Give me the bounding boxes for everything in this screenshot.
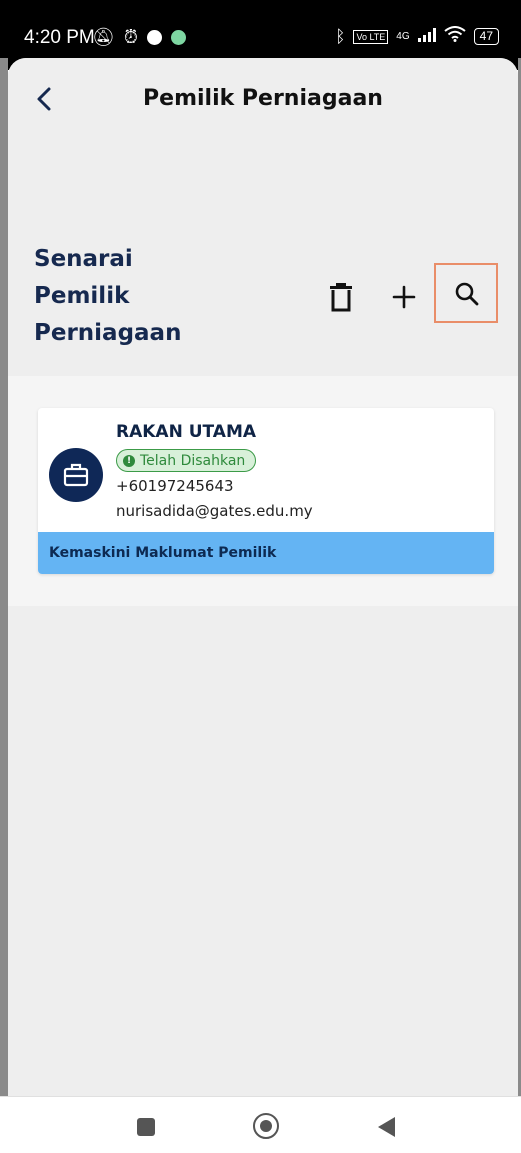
page-title: Pemilik Perniagaan <box>143 86 383 111</box>
app-dot-icon <box>170 30 186 45</box>
recents-icon[interactable] <box>137 1118 155 1136</box>
trash-icon[interactable] <box>328 282 354 312</box>
phone-screen: 4:20 PM 🔕︎ ⏰︎ ᛒ Vo LTE 4G 47 Pemilik Per… <box>0 0 521 1153</box>
network-type-label: 4G <box>396 31 410 42</box>
plus-icon[interactable] <box>390 283 418 311</box>
bluetooth-icon: ᛒ <box>335 26 346 46</box>
owner-list: RAKAN UTAMA ! Telah Disahkan +6019724564… <box>8 376 518 606</box>
section-title-line: Perniagaan <box>34 320 182 346</box>
status-left-icons: 🔕︎ ⏰︎ <box>92 27 186 48</box>
status-time: 4:20 PM <box>24 27 95 48</box>
signal-icon <box>417 27 436 47</box>
search-icon <box>455 282 479 306</box>
status-badge: ! Telah Disahkan <box>116 449 257 472</box>
search-button[interactable] <box>434 263 498 323</box>
mute-icon: 🔕︎ <box>92 27 115 48</box>
owner-card[interactable]: RAKAN UTAMA ! Telah Disahkan +6019724564… <box>38 408 494 574</box>
notification-dot-icon <box>146 30 162 45</box>
app-header: Pemilik Perniagaan Senarai Pemilik Perni… <box>8 58 518 376</box>
avatar <box>49 448 103 502</box>
owner-email: nurisadida@gates.edu.my <box>116 502 313 520</box>
briefcase-icon <box>63 463 89 487</box>
section-title-line: Senarai <box>34 246 133 272</box>
owner-phone: +60197245643 <box>116 477 234 495</box>
owner-name: RAKAN UTAMA <box>116 422 257 442</box>
navigation-bar <box>0 1096 521 1153</box>
back-icon[interactable] <box>378 1117 395 1137</box>
section-title-line: Pemilik <box>34 283 130 309</box>
alarm-icon: ⏰︎ <box>123 27 138 48</box>
battery-icon: 47 <box>473 28 499 45</box>
update-owner-button[interactable]: Kemaskini Maklumat Pemilik <box>38 532 494 574</box>
status-right-icons: ᛒ Vo LTE 4G 47 <box>335 26 499 47</box>
volte-icon: Vo LTE <box>353 29 389 44</box>
section-title: Senarai Pemilik Perniagaan <box>34 241 234 352</box>
app-window: Pemilik Perniagaan Senarai Pemilik Perni… <box>8 58 518 1096</box>
left-frame-edge <box>0 58 8 1096</box>
home-icon[interactable] <box>253 1113 279 1139</box>
status-badge-label: Telah Disahkan <box>140 452 246 469</box>
info-icon: ! <box>123 454 135 467</box>
wifi-icon <box>444 26 466 47</box>
